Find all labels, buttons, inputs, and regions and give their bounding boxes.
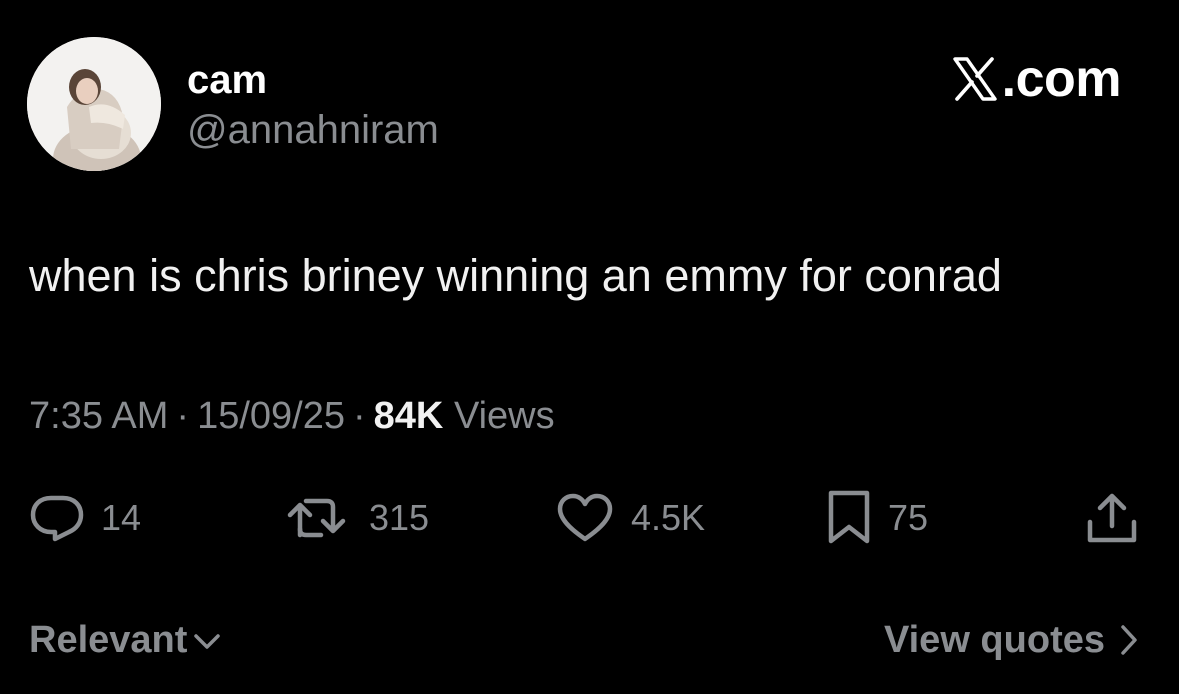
action-bar: 14 315 4.5K 75 [0, 488, 1179, 548]
share-button[interactable] [1084, 488, 1140, 548]
user-handle[interactable]: @annahniram [187, 106, 439, 154]
display-name[interactable]: cam [187, 56, 267, 104]
bookmark-count: 75 [888, 497, 929, 538]
share-icon [1087, 493, 1137, 543]
chevron-down-icon [194, 634, 221, 649]
tweet-text: when is chris briney winning an emmy for… [29, 250, 1002, 301]
tweet-time[interactable]: 7:35 AM [29, 395, 168, 437]
view-quotes-label: View quotes [883, 618, 1105, 661]
heart-icon [557, 493, 613, 542]
like-count: 4.5K [631, 497, 706, 538]
views-label: Views [453, 395, 555, 437]
bookmark-icon [828, 490, 870, 544]
sort-replies-dropdown[interactable]: Relevant [29, 614, 221, 666]
like-button[interactable]: 4.5K [555, 488, 705, 548]
repost-count: 315 [369, 497, 430, 538]
meta-separator: · [353, 395, 366, 437]
repost-button[interactable]: 315 [287, 488, 429, 548]
avatar[interactable] [27, 37, 161, 171]
chevron-right-icon [1121, 625, 1137, 655]
reply-count: 14 [101, 497, 142, 538]
tweet-date[interactable]: 15/09/25 [197, 395, 345, 437]
meta-separator: · [176, 395, 190, 437]
sort-label: Relevant [29, 618, 188, 661]
x-logo-icon [952, 57, 997, 101]
repost-icon [287, 498, 346, 538]
brand-label: .com [1001, 50, 1122, 108]
reply-button[interactable]: 14 [29, 488, 141, 548]
tweet-meta: 7:35 AM · 15/09/25 · 84K Views [29, 392, 555, 440]
views-count: 84K [373, 395, 444, 437]
bookmark-button[interactable]: 75 [826, 488, 928, 548]
brand-watermark: .com [952, 48, 1122, 110]
view-quotes-link[interactable]: View quotes [884, 614, 1139, 666]
reply-icon [30, 495, 84, 542]
avatar-photo [27, 37, 161, 171]
